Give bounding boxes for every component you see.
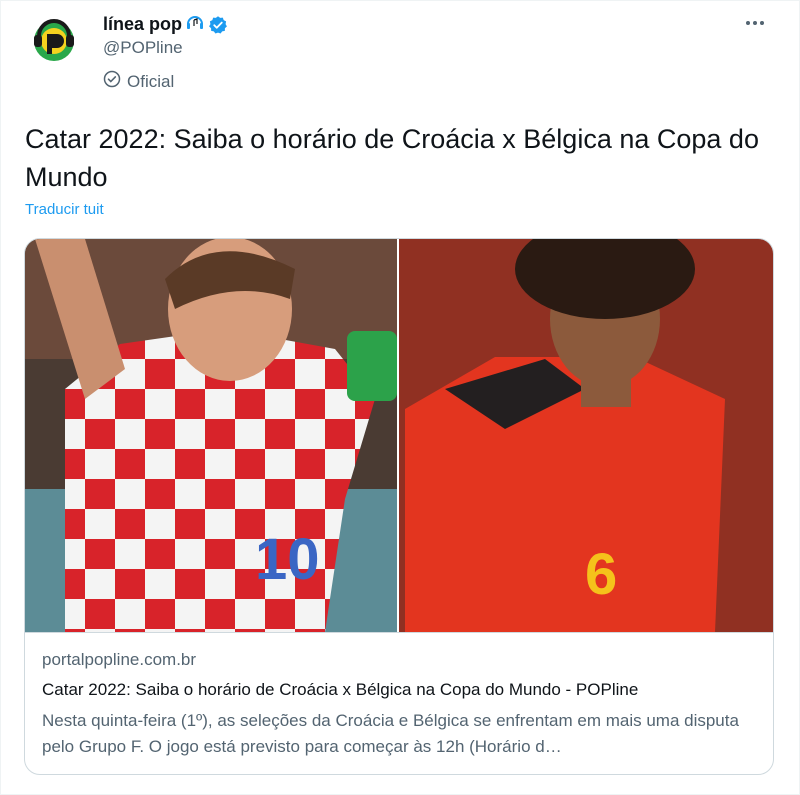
link-preview-image: 10 6 [25,239,773,632]
account-handle[interactable]: @POPline [103,38,183,58]
card-title: Catar 2022: Saiba o horário de Croácia x… [42,680,639,699]
right-shirt-number: 6 [585,542,617,607]
left-shirt-number: 10 [255,527,320,592]
verified-badge-icon [208,15,228,35]
account-name-row[interactable]: línea pop [103,12,228,37]
card-description: Nesta quinta-feira (1º), as seleções da … [42,711,739,756]
official-label: Oficial [103,70,174,93]
official-check-icon [103,70,121,93]
link-preview-card[interactable]: 10 6 portalpopline.com.br Catar 2022: Sa… [24,238,774,775]
headphones-music-icon [185,12,205,37]
display-name[interactable]: línea pop [103,14,182,35]
card-domain: portalpopline.com.br [42,650,197,669]
translate-tweet-link[interactable]: Traducir tuit [25,201,104,218]
official-text: Oficial [127,71,175,91]
more-options-icon[interactable] [738,10,772,36]
link-preview-meta: portalpopline.com.br Catar 2022: Saiba o… [25,632,773,774]
avatar[interactable] [25,10,83,68]
tweet-text: Catar 2022: Saiba o horário de Croácia x… [25,124,759,192]
